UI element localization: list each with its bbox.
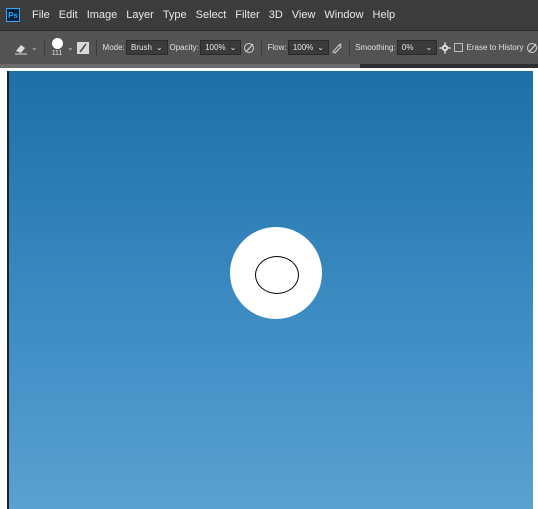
tool-options-bar: ⌄ 111 ⌄ Mode: Brush ⌄ Opacity: 100% ⌄ Fl… (0, 30, 538, 64)
menu-image[interactable]: Image (87, 9, 118, 21)
pressure-size-icon (526, 42, 537, 53)
erase-to-history-checkbox[interactable]: Erase to History (453, 43, 524, 52)
chevron-down-icon: ⌄ (317, 43, 324, 52)
brush-settings-panel-icon (77, 41, 90, 54)
menu-bar: Ps File Edit Image Layer Type Select Fil… (0, 0, 538, 30)
chevron-down-icon: ⌄ (229, 43, 237, 52)
menu-help[interactable]: Help (373, 9, 396, 21)
chevron-down-icon: ⌄ (155, 43, 163, 52)
erase-to-history-label: Erase to History (466, 43, 524, 52)
eraser-icon (15, 44, 27, 54)
airbrush-icon (332, 43, 342, 54)
flow-label: Flow: (267, 43, 287, 52)
menu-window[interactable]: Window (324, 9, 363, 21)
brush-preset-picker[interactable]: 111 ⌄ (50, 38, 74, 57)
mode-select[interactable]: Brush ⌄ (126, 40, 168, 55)
brush-preset-icon: 111 (50, 38, 64, 57)
pressure-opacity-button[interactable] (243, 42, 255, 54)
menu-type[interactable]: Type (163, 9, 187, 21)
menu-select[interactable]: Select (196, 9, 227, 21)
opacity-value: 100% (205, 43, 226, 52)
opacity-field[interactable]: 100% ⌄ (200, 40, 242, 55)
mode-value: Brush (131, 43, 152, 52)
chevron-down-icon: ⌄ (425, 43, 433, 52)
flow-field[interactable]: 100% ⌄ (287, 40, 329, 55)
pressure-opacity-icon (244, 42, 255, 53)
menu-layer[interactable]: Layer (126, 9, 154, 21)
chevron-down-icon: ⌄ (67, 43, 74, 52)
brush-size-value: 111 (51, 50, 63, 57)
brush-outline-ring (255, 256, 299, 294)
gear-icon (439, 42, 451, 53)
workspace (0, 68, 538, 509)
airbrush-button[interactable] (331, 42, 343, 54)
menu-file[interactable]: File (32, 9, 50, 21)
checkbox-box (453, 43, 463, 52)
pressure-size-button[interactable] (526, 42, 538, 54)
menu-edit[interactable]: Edit (59, 9, 78, 21)
photoshop-logo-icon[interactable]: Ps (6, 8, 20, 22)
document-canvas[interactable] (7, 71, 533, 509)
eraser-tool-preset[interactable]: ⌄ (14, 41, 38, 55)
smoothing-label: Smoothing: (355, 43, 396, 52)
smoothing-field[interactable]: 0% ⌄ (396, 40, 438, 55)
chevron-down-icon: ⌄ (31, 43, 38, 52)
smoothing-options-button[interactable] (439, 42, 451, 54)
menu-filter[interactable]: Filter (235, 9, 259, 21)
brush-tip-preview (51, 38, 63, 49)
menu-3d[interactable]: 3D (269, 9, 283, 21)
brush-settings-panel-button[interactable] (76, 41, 90, 55)
menu-view[interactable]: View (292, 9, 316, 21)
opacity-label: Opacity: (169, 43, 199, 52)
flow-value: 100% (292, 43, 314, 52)
mode-label: Mode: (102, 43, 125, 52)
smoothing-value: 0% (401, 43, 414, 52)
